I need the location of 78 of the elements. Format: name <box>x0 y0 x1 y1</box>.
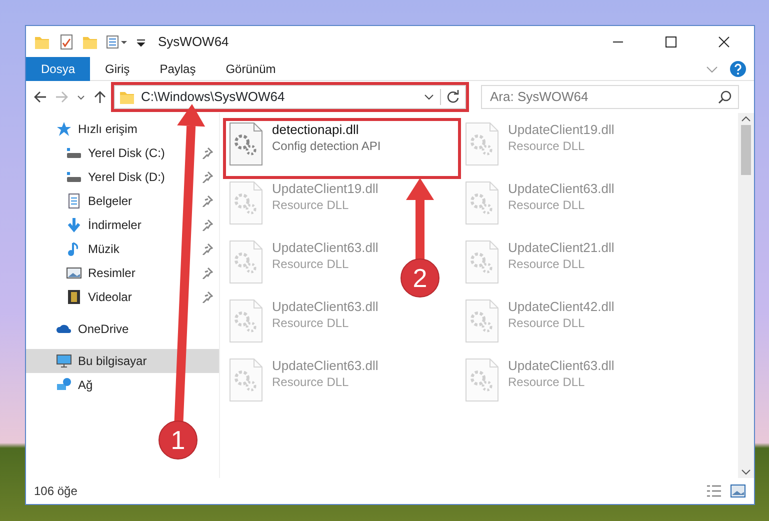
file-description: Config detection API <box>272 138 381 154</box>
search-box[interactable]: Ara: SysWOW64 <box>481 85 739 109</box>
view-options-icon[interactable] <box>106 34 128 50</box>
pin-icon[interactable] <box>201 219 213 231</box>
drive-icon <box>66 169 82 185</box>
folder-icon <box>119 89 135 105</box>
file-item[interactable]: detectionapi.dll Config detection API <box>224 119 460 178</box>
sidebar-item[interactable]: Hızlı erişim <box>26 117 219 141</box>
sidebar-item[interactable]: İndirmeler <box>26 213 219 237</box>
window-title: SysWOW64 <box>158 32 229 51</box>
up-icon[interactable] <box>92 89 108 105</box>
step-marker-callout <box>158 420 198 460</box>
drive-icon <box>66 145 82 161</box>
file-description: Resource DLL <box>272 374 350 390</box>
file-name: UpdateClient63.dll <box>508 358 614 374</box>
file-name: UpdateClient63.dll <box>508 181 614 197</box>
file-description: Resource DLL <box>272 315 350 331</box>
document-icon <box>66 193 82 209</box>
large-icons-view-icon[interactable] <box>730 484 746 498</box>
network-icon <box>56 377 72 393</box>
pin-icon[interactable] <box>201 291 213 303</box>
maximize-icon <box>664 36 676 48</box>
properties-icon[interactable] <box>58 34 74 50</box>
item-count: 106 öğe <box>34 483 78 500</box>
sidebar-item[interactable]: Videolar <box>26 285 219 309</box>
back-icon[interactable] <box>32 89 48 105</box>
star-icon <box>56 121 72 137</box>
pin-icon[interactable] <box>201 147 213 159</box>
ribbon-tab[interactable]: Giriş <box>90 56 145 80</box>
pin-icon[interactable] <box>201 195 213 207</box>
file-description: Resource DLL <box>272 197 350 213</box>
file-name: UpdateClient19.dll <box>272 181 378 197</box>
details-view-icon[interactable] <box>706 484 722 498</box>
computer-icon <box>56 353 72 369</box>
file-name: UpdateClient63.dll <box>272 299 378 315</box>
step-marker-callout <box>400 258 440 298</box>
sidebar-item[interactable]: Ağ <box>26 373 219 397</box>
step-number: 1 <box>170 425 186 455</box>
file-name: UpdateClient19.dll <box>508 122 614 138</box>
file-description: Resource DLL <box>508 138 586 154</box>
file-description: Resource DLL <box>508 197 586 213</box>
sidebar-item[interactable]: Yerel Disk (C:) <box>26 141 219 165</box>
sidebar-item[interactable]: OneDrive <box>26 317 219 341</box>
sidebar-item[interactable]: Bu bilgisayar <box>26 349 219 373</box>
dropdown-icon[interactable] <box>424 92 434 102</box>
file-description: Resource DLL <box>508 374 586 390</box>
address-path: C:\Windows\SysWOW64 <box>141 88 286 106</box>
file-name: detectionapi.dll <box>272 122 360 138</box>
scroll-down-icon[interactable] <box>741 468 751 476</box>
sidebar-item[interactable]: Resimler <box>26 261 219 285</box>
download-arrow-icon <box>66 217 82 233</box>
pin-icon[interactable] <box>201 243 213 255</box>
picture-icon <box>66 265 82 281</box>
pin-icon[interactable] <box>201 171 213 183</box>
file-name: UpdateClient63.dll <box>272 240 378 256</box>
help-icon[interactable] <box>730 60 746 76</box>
address-bar[interactable]: C:\Windows\SysWOW64 <box>114 85 466 109</box>
file-name: UpdateClient21.dll <box>508 240 614 256</box>
sidebar-item[interactable]: Belgeler <box>26 189 219 213</box>
film-icon <box>66 289 82 305</box>
refresh-icon[interactable] <box>440 89 461 105</box>
search-icon <box>718 90 732 104</box>
file-description: Resource DLL <box>272 256 350 272</box>
file-name: UpdateClient63.dll <box>272 358 378 374</box>
sidebar-item[interactable]: Yerel Disk (D:) <box>26 165 219 189</box>
pin-icon[interactable] <box>201 267 213 279</box>
scroll-thumb[interactable] <box>741 125 751 175</box>
ribbon-tab[interactable]: Dosya <box>26 56 90 80</box>
close-icon <box>718 36 730 48</box>
file-description: Resource DLL <box>508 315 586 331</box>
scroll-up-icon[interactable] <box>741 115 751 123</box>
sidebar-item[interactable]: Müzik <box>26 237 219 261</box>
file-name: UpdateClient42.dll <box>508 299 614 315</box>
ribbon-tab[interactable]: Paylaş <box>144 56 211 80</box>
file-description: Resource DLL <box>508 256 586 272</box>
scrollbar[interactable] <box>738 113 754 478</box>
ribbon-tab[interactable]: Görünüm <box>210 56 291 80</box>
step-number: 2 <box>412 263 428 293</box>
